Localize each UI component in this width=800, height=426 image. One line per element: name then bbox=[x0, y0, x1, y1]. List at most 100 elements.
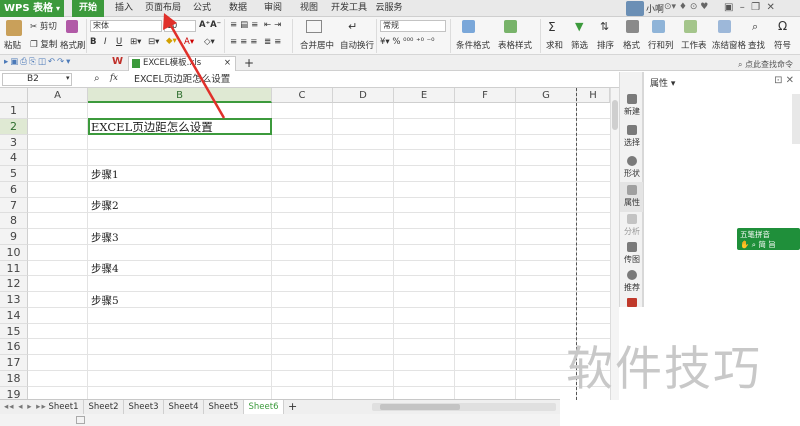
copy-button[interactable]: ❐ 复制 bbox=[30, 38, 57, 50]
sheet-tab-1[interactable]: Sheet1 bbox=[44, 400, 84, 414]
column-header-h[interactable]: H bbox=[577, 88, 610, 103]
new-tab-button[interactable]: + bbox=[244, 56, 254, 70]
scrollbar-thumb[interactable] bbox=[612, 100, 618, 130]
cell-b9[interactable]: 步骤3 bbox=[91, 230, 119, 247]
toolbox-icon[interactable] bbox=[627, 298, 637, 307]
column-header-a[interactable]: A bbox=[28, 88, 88, 103]
horizontal-scrollbar[interactable] bbox=[372, 403, 556, 411]
worksheet-button[interactable]: 工作表 bbox=[681, 39, 707, 51]
rows-cols-icon[interactable] bbox=[652, 20, 665, 33]
sheet-tab-3[interactable]: Sheet3 bbox=[124, 400, 164, 414]
row-header[interactable]: 14 bbox=[0, 307, 28, 324]
border-icon[interactable]: ⊞▾ bbox=[130, 37, 141, 47]
sidebar-item-properties[interactable]: 属性 bbox=[620, 182, 644, 212]
table-style-button[interactable]: 表格样式 bbox=[498, 39, 532, 51]
scrollbar-thumb[interactable] bbox=[380, 404, 460, 410]
user-name[interactable]: 小啊 bbox=[646, 2, 664, 15]
row-header[interactable]: 18 bbox=[0, 370, 28, 387]
cell-b7[interactable]: 步骤2 bbox=[91, 198, 119, 215]
sheet-tab-5[interactable]: Sheet5 bbox=[204, 400, 244, 414]
paste-button[interactable]: 粘贴 bbox=[4, 39, 21, 51]
row-header[interactable]: 11 bbox=[0, 260, 28, 277]
tab-review[interactable]: 审阅 bbox=[259, 0, 287, 17]
merge-cells-icon[interactable]: ⊟▾ bbox=[148, 37, 159, 47]
paste-icon[interactable] bbox=[6, 20, 22, 36]
sort-button[interactable]: 排序 bbox=[597, 39, 614, 51]
format-painter-icon[interactable] bbox=[66, 20, 78, 33]
fx-icon[interactable]: fx bbox=[110, 73, 118, 83]
sum-button[interactable]: 求和 bbox=[546, 39, 563, 51]
font-name-select[interactable]: 宋体 bbox=[90, 20, 162, 32]
sidebar-item-upload[interactable]: 传图 bbox=[620, 242, 644, 265]
column-header-c[interactable]: C bbox=[272, 88, 333, 103]
freeze-panes-button[interactable]: 冻结窗格 bbox=[712, 39, 746, 51]
wrap-text-icon[interactable]: ↵ bbox=[348, 20, 357, 33]
sidebar-item-analysis[interactable]: 分析 bbox=[620, 214, 644, 237]
sheet-tab-6[interactable]: Sheet6 bbox=[244, 400, 284, 414]
find-icon[interactable]: ⌕ bbox=[752, 20, 758, 34]
tab-home[interactable]: 开始 bbox=[72, 0, 104, 17]
row-header[interactable]: 13 bbox=[0, 292, 28, 308]
column-header-e[interactable]: E bbox=[394, 88, 455, 103]
row-header[interactable]: 19 bbox=[0, 386, 28, 400]
font-color-icon[interactable]: A▾ bbox=[184, 37, 194, 47]
column-header-g[interactable]: G bbox=[516, 88, 577, 103]
tab-insert[interactable]: 插入 bbox=[110, 0, 138, 17]
close-icon[interactable]: × bbox=[224, 57, 231, 70]
row-header[interactable]: 8 bbox=[0, 213, 28, 229]
symbol-button[interactable]: 符号 bbox=[774, 39, 791, 51]
pane-controls-icons[interactable]: ⊡ ✕ bbox=[774, 75, 794, 86]
merge-center-button[interactable]: 合并居中 bbox=[300, 39, 334, 51]
zoom-icon[interactable]: ⌕ bbox=[94, 73, 100, 84]
rows-cols-button[interactable]: 行和列 bbox=[648, 39, 674, 51]
format-icon[interactable] bbox=[626, 20, 639, 33]
select-all-corner[interactable] bbox=[0, 88, 28, 103]
sidebar-item-select[interactable]: 选择 bbox=[620, 125, 644, 148]
format-button[interactable]: 格式 bbox=[623, 39, 640, 51]
tab-developer[interactable]: 开发工具 bbox=[329, 0, 369, 17]
name-box[interactable]: B2 bbox=[2, 73, 72, 86]
row-header[interactable]: 3 bbox=[0, 134, 28, 151]
row-header[interactable]: 7 bbox=[0, 197, 28, 214]
sidebar-item-new[interactable]: 新建 bbox=[620, 94, 644, 117]
row-header[interactable]: 10 bbox=[0, 244, 28, 261]
sheet-tab-2[interactable]: Sheet2 bbox=[84, 400, 124, 414]
row-header[interactable]: 4 bbox=[0, 150, 28, 166]
bold-button[interactable]: B bbox=[90, 37, 96, 47]
selected-cell-b2[interactable] bbox=[88, 118, 272, 135]
indent-icons[interactable]: ⇤⇥ bbox=[264, 20, 284, 30]
ime-tools[interactable]: ✋ ⌕ 简 旨 bbox=[740, 239, 776, 250]
column-header-b[interactable]: B bbox=[88, 88, 272, 103]
cell-b11[interactable]: 步骤4 bbox=[91, 261, 119, 278]
find-button[interactable]: 查找 bbox=[748, 39, 765, 51]
add-sheet-button[interactable]: + bbox=[288, 400, 297, 413]
row-header[interactable]: 2 bbox=[0, 118, 28, 135]
sidebar-item-shape[interactable]: 形状 bbox=[620, 156, 644, 179]
row-header[interactable]: 17 bbox=[0, 355, 28, 371]
row-header[interactable]: 15 bbox=[0, 323, 28, 340]
column-header-d[interactable]: D bbox=[333, 88, 394, 103]
conditional-format-button[interactable]: 条件格式 bbox=[456, 39, 490, 51]
distribute-icons[interactable]: ≣≡ bbox=[264, 37, 284, 47]
column-header-f[interactable]: F bbox=[455, 88, 516, 103]
merge-center-icon[interactable] bbox=[306, 20, 322, 33]
number-format-icons[interactable]: ¥▾ % ⁰⁰⁰ ⁺⁰ ⁻⁰ bbox=[380, 37, 435, 47]
command-search[interactable]: ⌕ 点此查找命令 bbox=[738, 59, 793, 70]
symbol-icon[interactable]: Ω bbox=[778, 19, 787, 33]
sheet-tab-4[interactable]: Sheet4 bbox=[164, 400, 204, 414]
freeze-panes-icon[interactable] bbox=[718, 20, 731, 33]
number-format-select[interactable]: 常规 bbox=[380, 20, 446, 32]
sheet-navigation-arrows[interactable]: ◂◂ ◂ ▸ ▸▸ bbox=[4, 402, 47, 412]
cell-b5[interactable]: 步骤1 bbox=[91, 167, 119, 184]
vertical-align-icons[interactable]: ≡▤≡ bbox=[230, 20, 261, 30]
ime-toolbar[interactable]: 五笔拼音 ✋ ⌕ 简 旨 bbox=[737, 228, 800, 250]
filter-button[interactable]: 筛选 bbox=[571, 39, 588, 51]
tab-view[interactable]: 视图 bbox=[295, 0, 323, 17]
horizontal-align-icons[interactable]: ≡≡≡ bbox=[230, 37, 260, 47]
chevron-down-icon[interactable]: ▾ bbox=[66, 74, 70, 82]
conditional-format-icon[interactable] bbox=[462, 20, 475, 33]
pane-scroll-icons[interactable] bbox=[792, 94, 800, 144]
fill-color-icon[interactable]: ◆▾ bbox=[166, 36, 177, 46]
quick-access-icons[interactable]: ▸▣⎙⎘◫↶↷▾ bbox=[4, 57, 72, 67]
underline-button[interactable]: U bbox=[116, 37, 122, 47]
